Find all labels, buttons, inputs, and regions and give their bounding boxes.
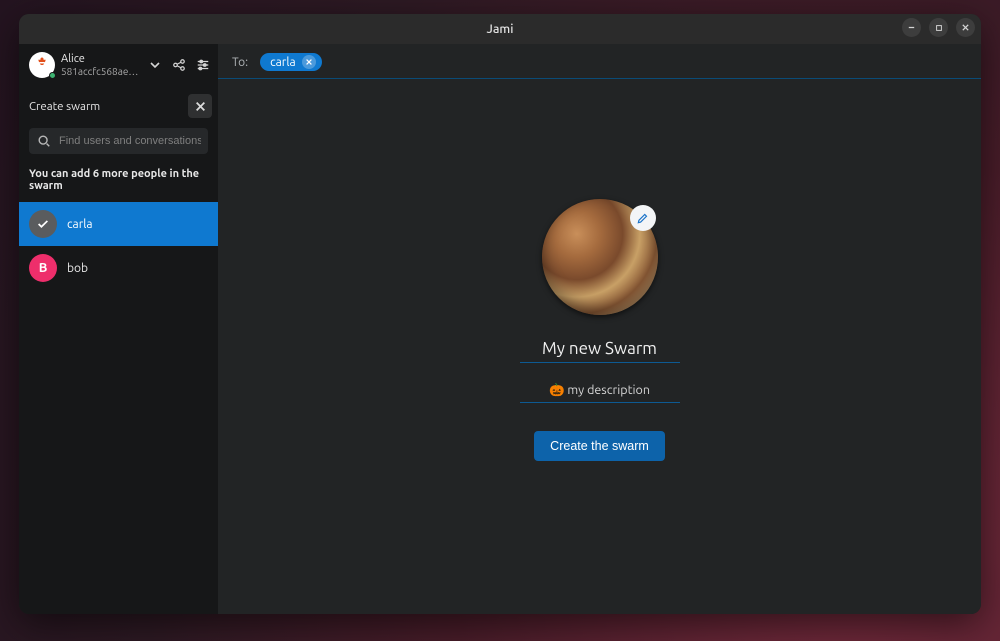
edit-photo-button[interactable] (630, 205, 656, 231)
main-pane: To: carla My new Swarm (218, 44, 981, 614)
status-indicator (49, 72, 56, 79)
check-icon (29, 210, 57, 238)
contact-avatar: B (29, 254, 57, 282)
app-window: Jami Alice 581accfc568aeb… (19, 14, 981, 614)
account-hash: 581accfc568aeb… (61, 66, 142, 77)
close-create-swarm-button[interactable] (188, 94, 212, 118)
close-button[interactable] (956, 18, 975, 37)
chevron-down-icon[interactable] (148, 58, 162, 72)
account-username: Alice (61, 53, 142, 65)
sidebar: Alice 581accfc568aeb… Create swarm (19, 44, 218, 614)
swarm-description-input[interactable]: 🎃 my description (520, 383, 680, 403)
window-title: Jami (487, 22, 514, 36)
create-swarm-header: Create swarm (19, 86, 218, 126)
account-switcher[interactable]: Alice 581accfc568aeb… (19, 44, 218, 86)
account-names: Alice 581accfc568aeb… (61, 53, 142, 76)
swarm-name-value: My new Swarm (542, 339, 657, 358)
chip-remove-icon[interactable] (302, 55, 316, 69)
share-icon[interactable] (172, 58, 186, 72)
contact-item-carla[interactable]: carla (19, 202, 218, 246)
chip-label: carla (270, 56, 296, 69)
app-body: Alice 581accfc568aeb… Create swarm (19, 44, 981, 614)
minimize-button[interactable] (902, 18, 921, 37)
pencil-icon (636, 211, 650, 225)
recipient-chip-carla[interactable]: carla (260, 53, 322, 71)
account-avatar (29, 52, 55, 78)
search-input[interactable] (59, 135, 201, 147)
search-box[interactable] (29, 128, 208, 154)
settings-sliders-icon[interactable] (196, 58, 210, 72)
create-swarm-button[interactable]: Create the swarm (534, 431, 665, 461)
swarm-photo-wrap (542, 199, 658, 315)
titlebar: Jami (19, 14, 981, 44)
contact-list: carla B bob (19, 202, 218, 290)
swarm-capacity-hint: You can add 6 more people in the swarm (19, 162, 218, 202)
recipients-row: To: carla (218, 44, 981, 79)
window-controls (902, 18, 975, 37)
search-icon (37, 134, 51, 148)
create-swarm-label: Create swarm (29, 100, 100, 113)
contact-name: carla (67, 218, 93, 231)
contact-name: bob (67, 262, 88, 275)
swarm-setup: My new Swarm 🎃 my description Create the… (218, 79, 981, 614)
swarm-description-value: 🎃 my description (549, 383, 650, 397)
swarm-name-input[interactable]: My new Swarm (520, 339, 680, 363)
maximize-button[interactable] (929, 18, 948, 37)
contact-item-bob[interactable]: B bob (19, 246, 218, 290)
to-label: To: (232, 56, 248, 69)
